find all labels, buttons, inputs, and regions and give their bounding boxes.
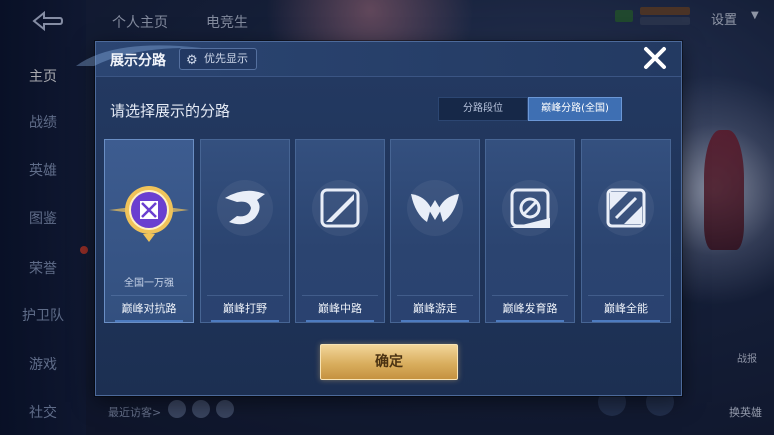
lane-card-label: 巅峰打野 <box>223 302 267 315</box>
priority-display-button[interactable]: ⚙ 优先显示 <box>179 48 257 70</box>
lane-card-peak-jungle[interactable]: 巅峰打野 <box>200 139 290 323</box>
lane-card-peak-clash[interactable]: 全国一万强 巅峰对抗路 <box>104 139 194 323</box>
modal-header: 展示分路 ⚙ 优先显示 <box>76 42 681 77</box>
clash-lane-gold-badge-icon <box>109 186 189 242</box>
close-icon[interactable] <box>642 45 668 71</box>
lane-card-peak-allround[interactable]: 巅峰全能 <box>581 139 671 323</box>
lane-card-label: 巅峰全能 <box>604 302 648 315</box>
lane-card-rank-subtitle: 全国一万强 <box>124 278 174 289</box>
gear-icon: ⚙ <box>186 53 198 68</box>
lane-card-peak-roam[interactable]: 巅峰游走 <box>390 139 480 323</box>
priority-display-label: 优先显示 <box>204 52 248 65</box>
segment-lane-rank[interactable]: 分路段位 <box>438 97 528 121</box>
modal-title: 展示分路 <box>110 53 166 69</box>
mid-lane-slash-icon <box>312 180 368 236</box>
confirm-button[interactable]: 确定 <box>320 344 458 380</box>
lane-card-label: 巅峰对抗路 <box>121 302 177 315</box>
lane-card-label: 巅峰中路 <box>318 302 362 315</box>
lane-display-modal: 展示分路 ⚙ 优先显示 请选择展示的分路 分路段位 巅峰分路(全国) 全国一万强 <box>76 41 682 396</box>
all-round-icon <box>598 180 654 236</box>
roam-wings-icon <box>407 180 463 236</box>
jungle-dragon-icon <box>217 180 273 236</box>
lane-card-peak-farm[interactable]: 巅峰发育路 <box>485 139 575 323</box>
select-lane-prompt: 请选择展示的分路 <box>110 102 231 120</box>
farm-lane-icon <box>502 180 558 236</box>
lane-card-peak-mid[interactable]: 巅峰中路 <box>295 139 385 323</box>
lane-card-label: 巅峰发育路 <box>502 302 558 315</box>
segment-control: 分路段位 巅峰分路(全国) <box>438 97 622 121</box>
segment-peak-lane-national[interactable]: 巅峰分路(全国) <box>528 97 622 121</box>
lane-card-label: 巅峰游走 <box>413 302 457 315</box>
